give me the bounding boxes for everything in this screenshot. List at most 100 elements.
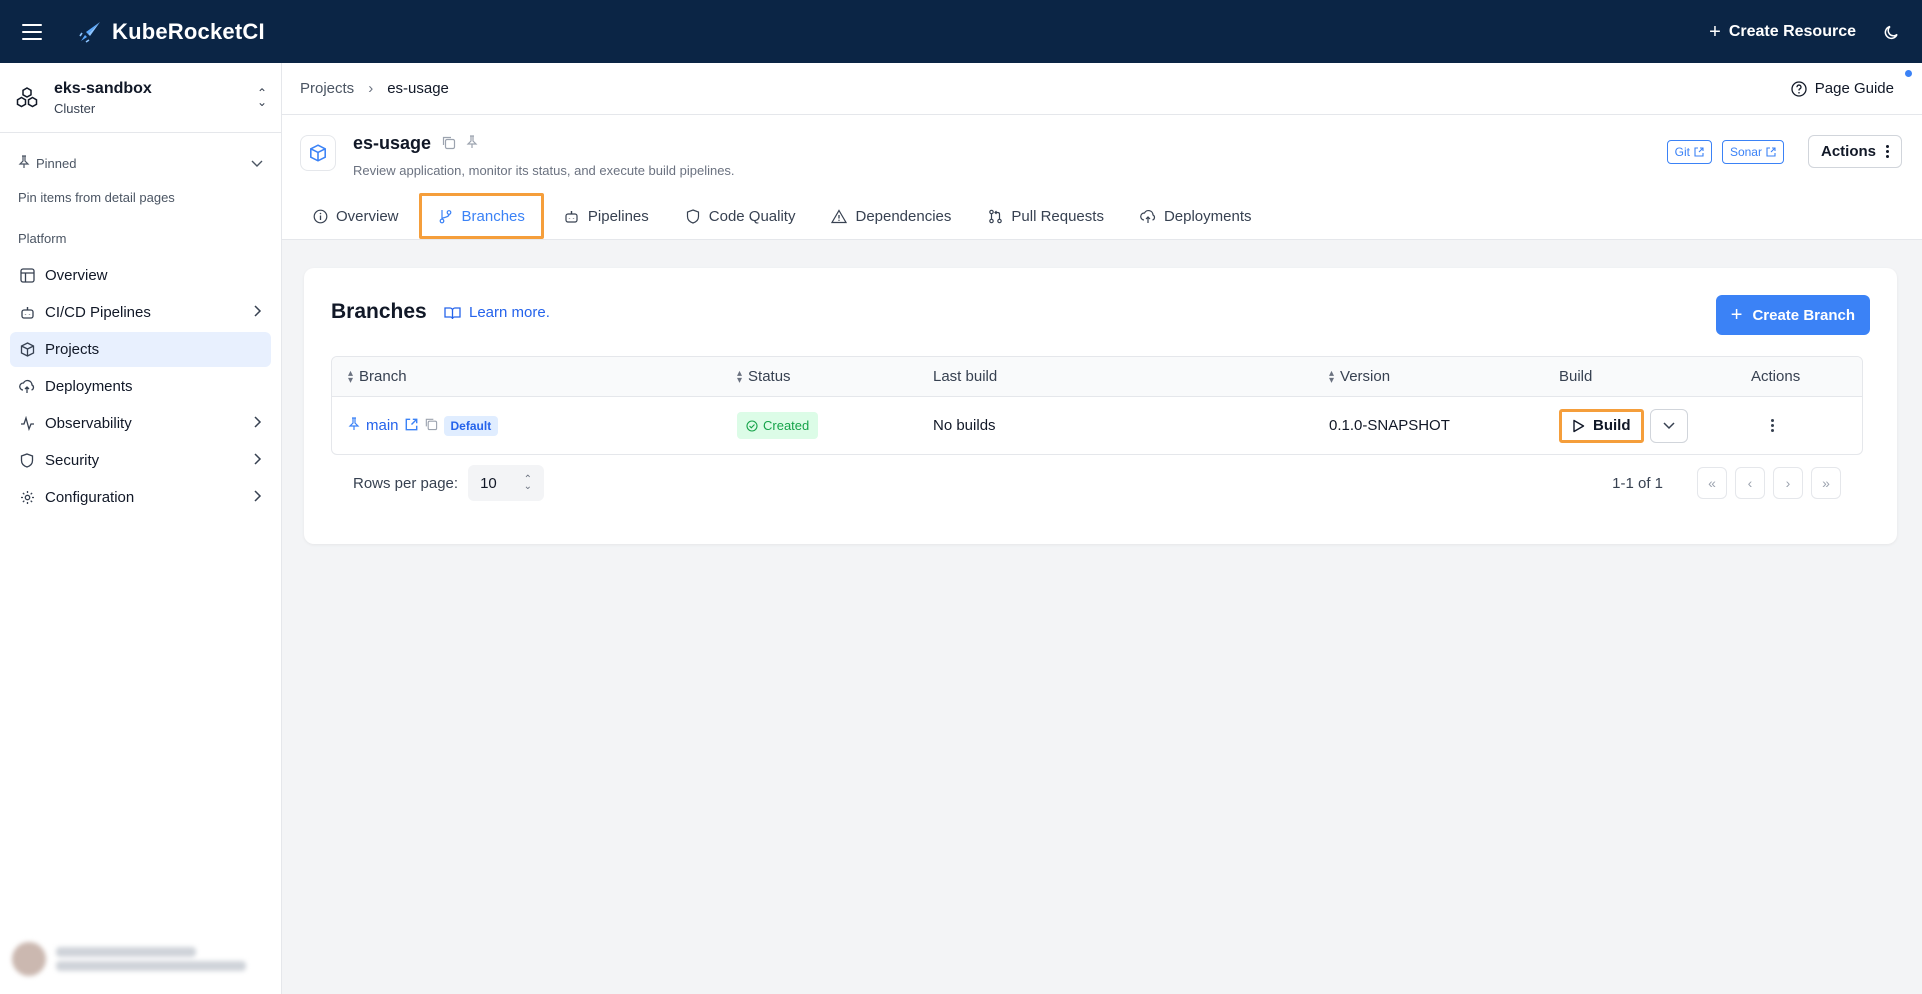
git-pull-request-icon [987,208,1003,224]
column-label: Actions [1751,368,1801,385]
rows-per-page-label: Rows per page: [353,474,459,492]
pagination-range: 1-1 of 1 [1612,474,1663,492]
external-link-icon [1766,146,1776,157]
bot-icon [564,208,580,224]
create-resource-button[interactable]: + Create Resource [1709,22,1856,42]
create-resource-label: Create Resource [1728,22,1856,40]
column-branch[interactable]: ▴ ▾ Branch [332,368,737,385]
column-label: Build [1559,368,1593,385]
cluster-icon [16,86,38,107]
tab-branches[interactable]: Branches [418,193,544,239]
chevron-right-icon: › [368,80,374,97]
first-page-button[interactable]: « [1697,467,1727,499]
main-content: Projects › es-usage Page Guide es-usage … [282,63,1922,994]
learn-more-label: Learn more. [469,304,550,321]
info-icon [312,208,328,224]
chevron-left-icon: ‹ [1747,475,1753,491]
column-actions: Actions [1739,368,1862,385]
copy-icon[interactable] [441,135,456,153]
create-branch-button[interactable]: + Create Branch [1715,295,1870,335]
rows-per-page-select[interactable]: 10 ⌃ ⌄ [468,465,545,501]
last-build-value: No builds [933,417,996,434]
tab-pipelines[interactable]: Pipelines [548,194,665,238]
sidebar-item-observability[interactable]: Observability [10,406,271,441]
sort-icon: ▴ ▾ [1329,367,1335,386]
default-badge: Default [443,415,499,436]
sidebar-item-label: Configuration [45,489,135,506]
sidebar-item-deployments[interactable]: Deployments [10,369,271,404]
prev-page-button[interactable]: ‹ [1735,467,1765,499]
tab-deployments[interactable]: Deployments [1124,194,1268,238]
table-header: ▴ ▾ Branch ▴ ▾ Status Last build ▴ ▾ Versio… [332,357,1862,397]
actions-button[interactable]: Actions [1807,135,1902,168]
pin-icon[interactable] [466,135,478,152]
column-version[interactable]: ▴ ▾ Version [1329,368,1559,385]
tab-code-quality[interactable]: Code Quality [669,194,812,238]
project-description: Review application, monitor its status, … [353,163,735,178]
external-link-icon[interactable] [405,418,418,434]
plus-icon: + [1730,304,1743,326]
table-row: main Default Created No builds 0.1.0-SNA… [332,397,1862,454]
sidebar-item-projects[interactable]: Projects [10,332,271,367]
shield-icon [685,208,701,224]
tab-overview[interactable]: Overview [296,194,415,238]
sort-icon: ▴ ▾ [348,367,354,386]
project-header: es-usage Review application, monitor its… [282,115,1922,240]
row-actions-menu-icon[interactable] [1771,419,1774,432]
box-icon [300,135,336,171]
branches-title: Branches [331,300,427,323]
learn-more-link[interactable]: Learn more. [444,304,550,321]
copy-icon[interactable] [424,417,438,434]
tab-dependencies[interactable]: Dependencies [815,194,967,238]
sidebar-item-cicd-pipelines[interactable]: CI/CD Pipelines [10,295,271,330]
breadcrumb: Projects › es-usage Page Guide [282,63,1922,115]
pinned-section-toggle[interactable]: Pinned [0,133,281,172]
cluster-switcher[interactable]: eks-sandbox Cluster ⌃ ⌄ [0,63,281,133]
actions-label: Actions [1820,143,1876,160]
chevron-down-icon [1662,421,1675,429]
page-guide-button[interactable]: Page Guide [1791,70,1912,97]
version-value: 0.1.0-SNAPSHOT [1329,417,1450,434]
play-icon [1573,419,1585,432]
pinned-label: Pinned [36,156,77,171]
tab-label: Dependencies [855,207,952,225]
sidebar-item-overview[interactable]: Overview [10,258,271,293]
sidebar-item-label: Security [45,452,100,469]
sidebar-item-label: Deployments [45,378,133,395]
branch-name-link[interactable]: main [366,417,399,434]
moon-icon[interactable] [1884,24,1900,40]
sidebar-item-label: Observability [45,415,132,432]
build-button[interactable]: Build [1559,408,1644,443]
build-options-dropdown[interactable] [1649,408,1688,443]
git-link[interactable]: Git [1666,139,1712,164]
chevrons-up-down-icon: ⌃ ⌄ [523,474,533,492]
top-bar: KubeRocketCI + Create Resource [0,0,1922,63]
chevron-right-icon [254,489,262,506]
git-link-label: Git [1674,144,1690,159]
cluster-name: eks-sandbox [54,79,152,97]
column-label: Last build [933,368,998,385]
menu-icon[interactable] [22,23,42,40]
pin-icon[interactable] [348,417,360,434]
user-profile[interactable] [6,936,276,982]
gear-icon [19,490,35,506]
last-page-button[interactable]: » [1811,467,1841,499]
sidebar-item-configuration[interactable]: Configuration [10,480,271,515]
project-tabs: Overview Branches Pipelines Code Quality… [296,193,1268,239]
tab-label: Overview [336,207,399,225]
sidebar-item-security[interactable]: Security [10,443,271,478]
warning-icon [831,208,848,224]
tab-pull-requests[interactable]: Pull Requests [971,194,1120,238]
help-circle-icon [1791,80,1807,97]
chevron-down-icon [251,156,263,171]
column-status[interactable]: ▴ ▾ Status [737,368,933,385]
build-label: Build [1593,417,1631,434]
column-last-build: Last build [933,368,1329,385]
breadcrumb-projects-link[interactable]: Projects [300,80,354,97]
sonar-link[interactable]: Sonar [1721,139,1784,164]
next-page-button[interactable]: › [1773,467,1803,499]
app-logo[interactable]: KubeRocketCI [78,19,265,45]
column-label: Version [1340,368,1391,385]
plus-icon: + [1709,20,1721,43]
sort-icon: ▴ ▾ [737,367,743,386]
